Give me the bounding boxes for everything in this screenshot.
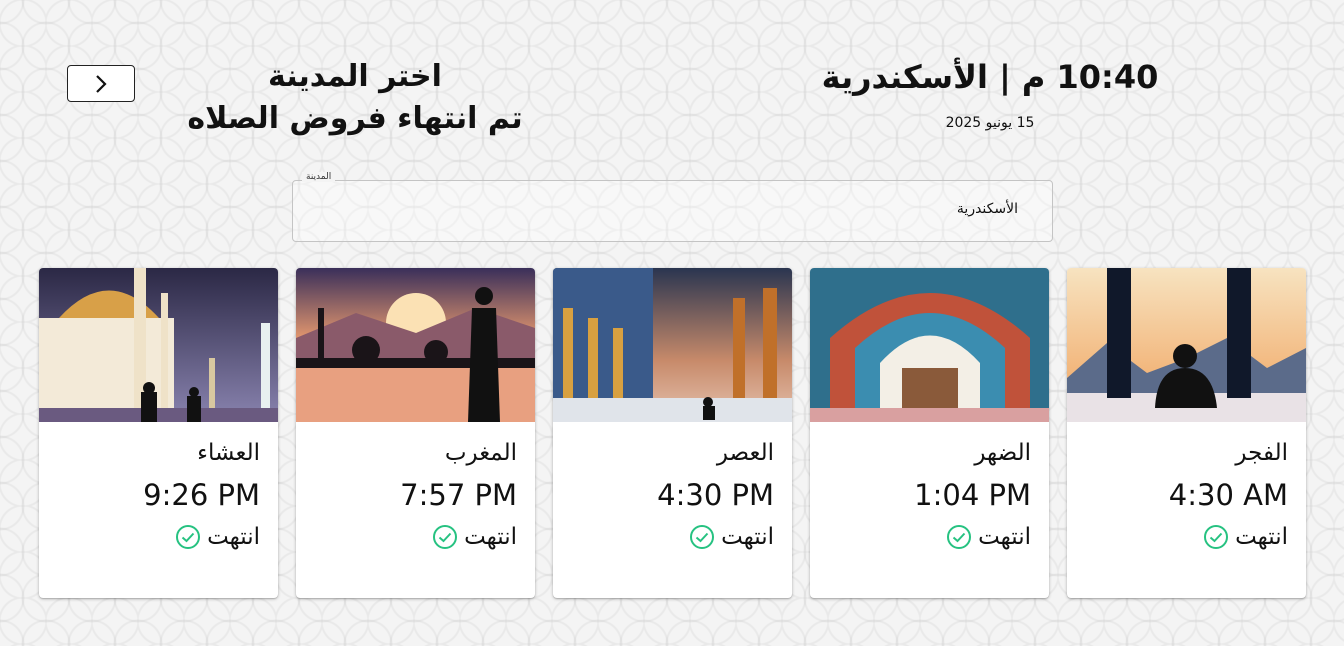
prayer-status: انتهت [1203, 524, 1288, 550]
next-button[interactable] [67, 65, 135, 102]
prayer-status: انتهت [946, 524, 1031, 550]
check-circle-icon [1204, 525, 1229, 549]
check-circle-icon [176, 525, 201, 549]
check-circle-icon [433, 525, 458, 549]
prayer-image-isha [39, 268, 278, 422]
prayer-name: المغرب [444, 440, 517, 466]
prayer-image-dhuhr [810, 268, 1049, 422]
current-time-city: 10:40 م | الأسكندرية [821, 58, 1159, 96]
prayer-name: العصر [716, 440, 774, 466]
prayer-card-dhuhr: الضهر 1:04 PM انتهت [810, 268, 1049, 598]
city-select-value: الأسكندرية [956, 201, 1018, 217]
status-message: تم انتهاء فروض الصلاه [187, 100, 523, 136]
header-left: اختر المدينة تم انتهاء فروض الصلاه [150, 58, 560, 137]
status-label: انتهت [207, 524, 260, 550]
prayer-image-maghrib [296, 268, 535, 422]
prayer-time: 9:26 PM [143, 478, 260, 512]
prayer-time: 7:57 PM [400, 478, 517, 512]
prayer-card-asr: العصر 4:30 PM انتهت [553, 268, 792, 598]
prayer-name: الضهر [974, 440, 1031, 466]
check-circle-icon [947, 525, 972, 549]
status-label: انتهت [721, 524, 774, 550]
prayer-time: 1:04 PM [914, 478, 1031, 512]
prayer-card-maghrib: المغرب 7:57 PM انتهت [296, 268, 535, 598]
status-label: انتهت [464, 524, 517, 550]
prayer-card-fajr: الفجر 4:30 AM انتهت [1067, 268, 1306, 598]
prayer-status: انتهت [689, 524, 774, 550]
prayer-image-asr [553, 268, 792, 422]
prayer-image-fajr [1067, 268, 1306, 422]
status-label: انتهت [1235, 524, 1288, 550]
prayer-name: الفجر [1235, 440, 1288, 466]
check-circle-icon [690, 525, 715, 549]
status-label: انتهت [978, 524, 1031, 550]
prayer-status: انتهت [432, 524, 517, 550]
prayer-name: العشاء [197, 440, 260, 466]
city-select-label: المدينة [302, 172, 336, 182]
prayer-time: 4:30 AM [1168, 478, 1288, 512]
city-select[interactable]: الأسكندرية [292, 180, 1053, 242]
prayer-time: 4:30 PM [657, 478, 774, 512]
prayer-status: انتهت [175, 524, 260, 550]
chevron-right-icon [96, 74, 107, 93]
prayer-card-isha: العشاء 9:26 PM انتهت [39, 268, 278, 598]
choose-city-title: اختر المدينة [268, 59, 442, 94]
current-date: 15 يونيو 2025 [945, 115, 1035, 131]
